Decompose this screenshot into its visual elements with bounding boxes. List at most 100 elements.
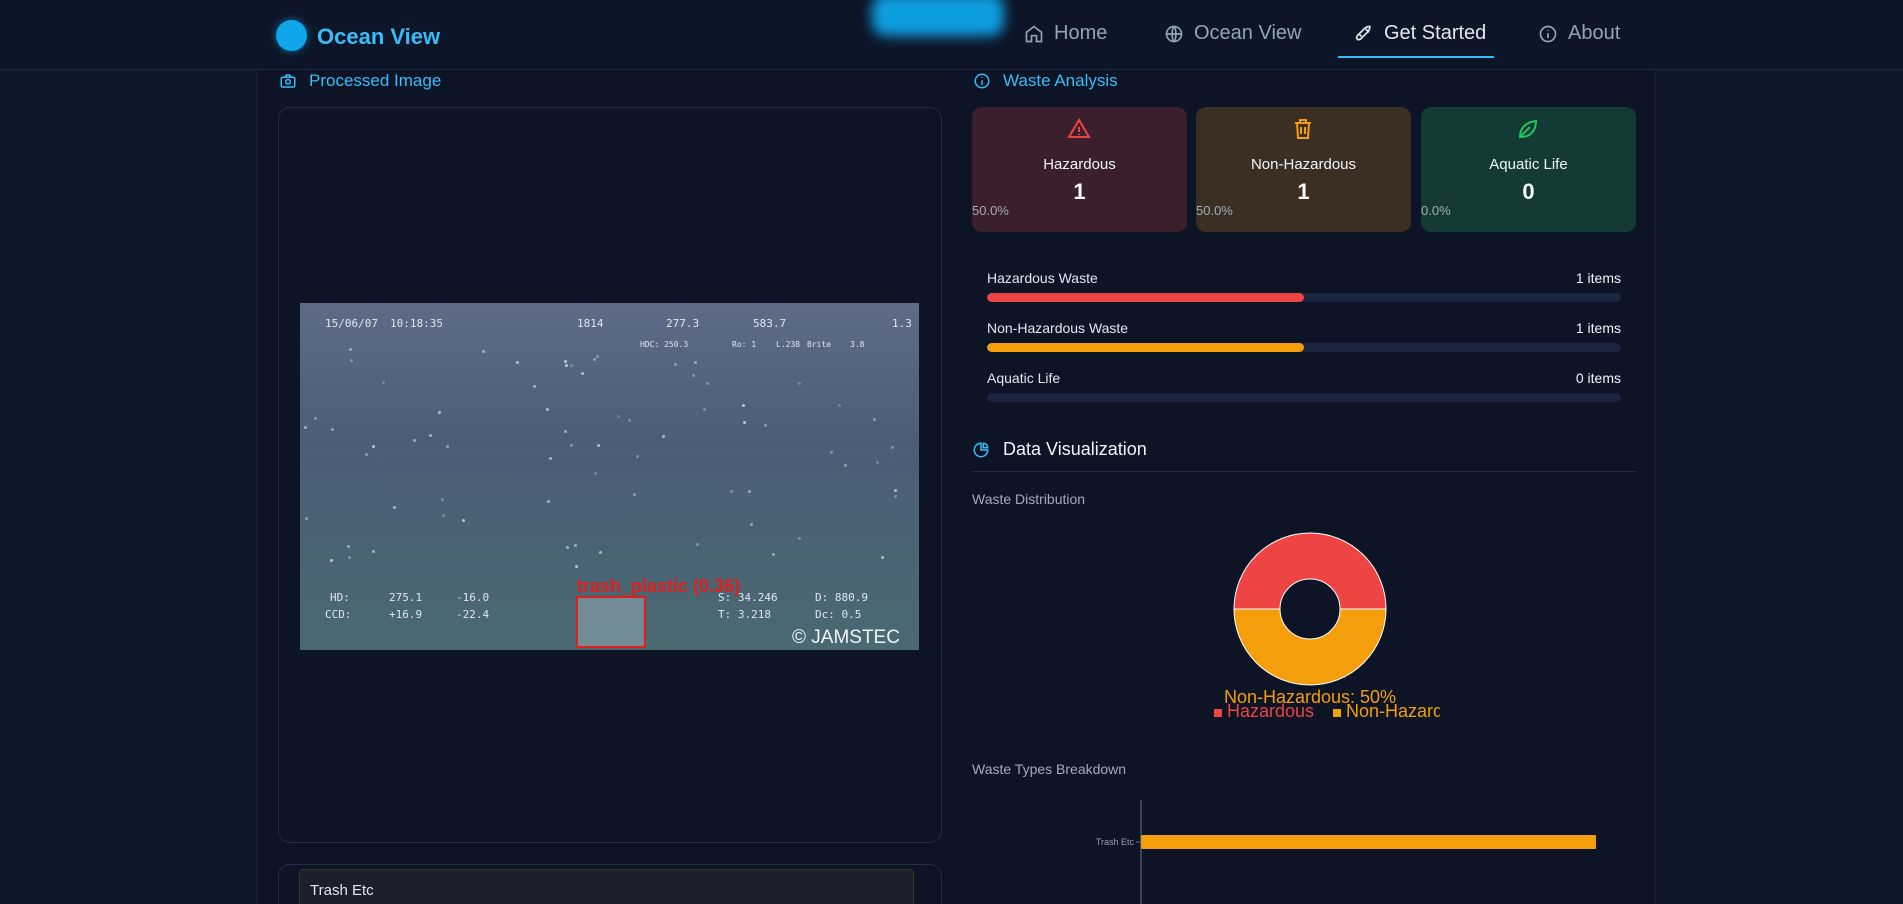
detection-box[interactable]	[576, 596, 646, 648]
osd-small: Brite	[807, 340, 832, 349]
particle	[564, 363, 568, 367]
processed-image[interactable]: 15/06/07 10:18:35 1814 277.3 583.7 1.3 H…	[300, 303, 919, 650]
particle	[830, 451, 834, 455]
particle	[581, 371, 585, 375]
particle	[891, 445, 895, 449]
y-tick-label: Trash Etc	[1096, 837, 1135, 847]
particle	[429, 433, 433, 437]
particle	[549, 457, 553, 461]
osd-small: L.238	[776, 340, 801, 349]
bar-label: Aquatic Life	[987, 370, 1061, 386]
bar-label: Hazardous Waste	[987, 270, 1098, 286]
logo-icon[interactable]	[276, 20, 307, 51]
particle	[875, 461, 879, 465]
osd-value: 277.3	[666, 317, 700, 330]
nav-item-get-started[interactable]: Get Started	[1354, 22, 1486, 45]
particle	[661, 435, 665, 439]
osd-left: -16.0	[456, 591, 490, 604]
particle	[441, 497, 445, 501]
particle	[442, 513, 446, 517]
particle	[547, 499, 551, 503]
bar-label: Non-Hazardous Waste	[987, 320, 1129, 336]
particle	[563, 429, 567, 433]
waste-distribution-chart: Non-Hazardous: 50%HazardousNon-Hazardous	[1214, 532, 1440, 721]
camera-icon	[280, 74, 296, 88]
particle	[730, 490, 734, 493]
particle	[570, 444, 574, 448]
particle	[446, 444, 450, 448]
particle	[546, 408, 550, 412]
osd-left: 275.1	[389, 591, 423, 604]
stat-title: Non-Hazardous	[1250, 156, 1357, 173]
nav-item-ocean-view[interactable]: Ocean View	[1164, 22, 1301, 45]
particle	[694, 360, 698, 364]
particle	[392, 505, 396, 509]
nav-item-about[interactable]: About	[1538, 22, 1620, 45]
stat-percent: 0.0%	[1421, 203, 1451, 218]
particle	[696, 543, 700, 546]
osd-left: -22.4	[456, 608, 490, 621]
info-icon	[974, 73, 990, 89]
particle	[372, 445, 376, 449]
section-title: Processed Image	[309, 71, 442, 90]
detection-item-label: Trash Etc	[310, 882, 374, 899]
particle	[482, 349, 486, 353]
osd-date: 15/06/07	[325, 317, 378, 330]
detection-list-item[interactable]: Trash Etc	[299, 869, 914, 904]
particle	[566, 545, 570, 549]
particle	[798, 536, 802, 540]
particle	[372, 549, 376, 553]
waste-types-breakdown-chart: Trash Etc	[1096, 800, 1596, 904]
osd-right: Dc: 0.5	[815, 608, 862, 621]
particle	[616, 415, 620, 419]
particle	[592, 357, 596, 361]
osd-value: 583.7	[753, 317, 787, 330]
stat-percent: 50.0%	[972, 203, 1009, 218]
progress-fill	[987, 343, 1304, 352]
osd-left: +16.9	[389, 608, 423, 621]
data-visualization-heading: Data Visualization	[972, 439, 1147, 460]
chart-title: Waste Distribution	[972, 491, 1086, 507]
watermark: © JAMSTEC	[792, 627, 900, 648]
particle	[743, 420, 747, 424]
stat-title: Hazardous	[1043, 156, 1116, 173]
particle	[413, 439, 417, 443]
nav-highlight-blur	[872, 0, 1004, 36]
info-icon	[1539, 25, 1557, 42]
particle	[706, 381, 710, 385]
nav-item-home[interactable]: Home	[1024, 22, 1107, 45]
rocket-icon	[1355, 25, 1371, 41]
osd-left: HD:	[330, 591, 350, 604]
particle	[331, 427, 335, 431]
processed-image-heading: Processed Image	[279, 71, 441, 91]
pie-chart-icon	[973, 441, 989, 457]
nav-active-underline	[1338, 56, 1494, 58]
stat-count: 0	[1522, 179, 1535, 204]
particle	[305, 516, 309, 520]
osd-right: D: 880.9	[815, 591, 868, 604]
particle	[515, 360, 519, 364]
particle	[674, 362, 678, 366]
particle	[881, 556, 885, 560]
stat-count: 1	[1297, 179, 1310, 204]
particle	[596, 354, 600, 358]
particle	[594, 471, 598, 475]
logo-text[interactable]: Ocean View	[317, 24, 440, 50]
particle	[843, 464, 847, 468]
home-icon	[1025, 24, 1043, 42]
particle	[597, 443, 601, 447]
particle	[330, 558, 334, 562]
particle	[599, 551, 603, 555]
detection-label: trash_plastic (0.36)	[577, 576, 741, 596]
particle	[750, 522, 754, 526]
stat-count: 1	[1073, 179, 1086, 204]
stat-title: Aquatic Life	[1489, 156, 1568, 173]
bar-trash-etc	[1141, 835, 1596, 849]
osd-time: 10:18:35	[390, 317, 443, 330]
trash-bin-icon	[1295, 119, 1311, 139]
progress-bar-non-hazardous	[987, 343, 1621, 352]
progress-bar-hazardous	[987, 293, 1621, 302]
osd-value: 1.3	[892, 317, 912, 330]
particle	[349, 358, 353, 362]
particle	[564, 360, 568, 364]
